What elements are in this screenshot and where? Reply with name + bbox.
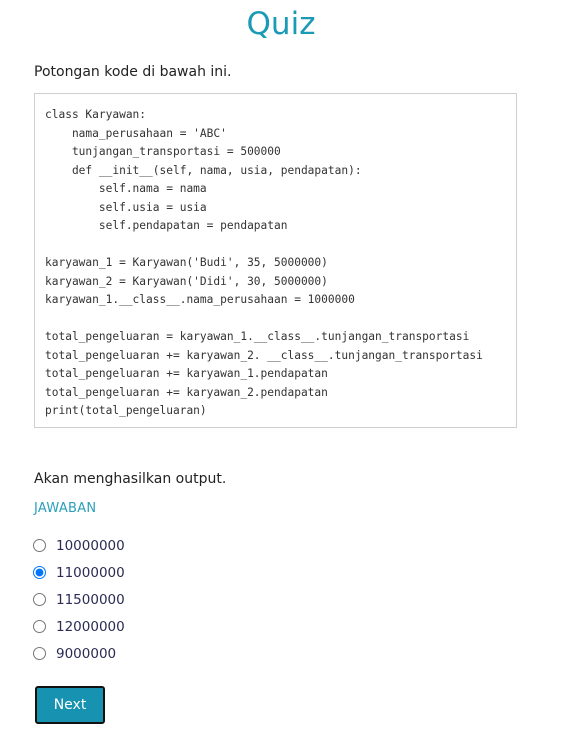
answer-option-label: 10000000: [56, 537, 125, 554]
answer-option[interactable]: 11000000: [33, 559, 125, 586]
question-suffix: Akan menghasilkan output.: [34, 471, 227, 487]
answer-option-label: 9000000: [56, 645, 117, 662]
answer-option-label: 11500000: [56, 591, 125, 608]
answer-label: JAWABAN: [34, 501, 97, 516]
code-block: class Karyawan: nama_perusahaan = 'ABC' …: [34, 93, 517, 428]
answer-option[interactable]: 11500000: [33, 586, 125, 613]
answer-option[interactable]: 12000000: [33, 613, 125, 640]
answer-radio[interactable]: [33, 593, 46, 606]
next-button[interactable]: Next: [35, 686, 105, 724]
answer-option-label: 11000000: [56, 564, 125, 581]
answer-options: 10000000 11000000 11500000 12000000 9000…: [33, 532, 125, 667]
answer-option[interactable]: 9000000: [33, 640, 125, 667]
answer-radio[interactable]: [33, 647, 46, 660]
page-title: Quiz: [246, 6, 316, 42]
answer-option[interactable]: 10000000: [33, 532, 125, 559]
answer-radio[interactable]: [33, 620, 46, 633]
answer-radio[interactable]: [33, 566, 46, 579]
answer-option-label: 12000000: [56, 618, 125, 635]
answer-radio[interactable]: [33, 539, 46, 552]
question-prompt: Potongan kode di bawah ini.: [34, 64, 232, 80]
